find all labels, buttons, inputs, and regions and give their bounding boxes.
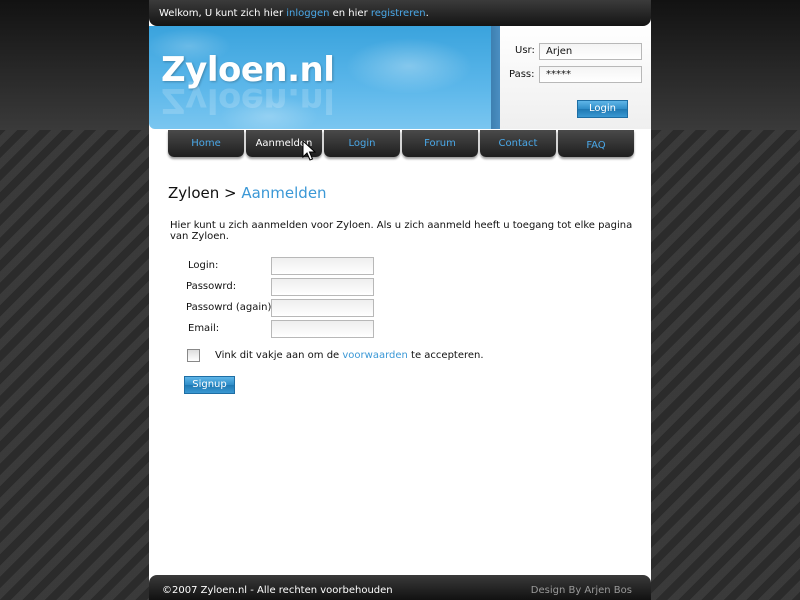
page-container: Welkom, U kunt zich hier inloggen en hie… <box>149 0 651 600</box>
signup-button[interactable]: Signup <box>184 376 235 394</box>
password-input[interactable] <box>539 66 642 83</box>
terms-checkbox[interactable] <box>187 349 200 362</box>
welcome-text-suffix: . <box>425 8 429 19</box>
main-nav: Home Aanmelden Login Forum Contact FAQ <box>168 130 634 158</box>
login-box: Usr: Pass: Login <box>500 26 651 129</box>
intro-text: Hier kunt u zich aanmelden voor Zyloen. … <box>170 220 633 242</box>
footer-credit: Design By Arjen Bos <box>530 585 632 596</box>
mouse-cursor-icon <box>302 140 316 161</box>
username-label: Usr: <box>515 45 535 56</box>
site-logo-reflection: Zyloen.nl <box>161 80 335 120</box>
login-link[interactable]: inloggen <box>286 8 329 19</box>
nav-tab-home[interactable]: Home <box>168 130 244 157</box>
terms-link[interactable]: voorwaarden <box>342 350 407 361</box>
signup-login-input[interactable] <box>271 257 374 275</box>
site-banner: Zyloen.nl Zyloen.nl <box>149 26 500 129</box>
welcome-text-middle: en hier <box>329 8 371 19</box>
header-login-button[interactable]: Login <box>577 100 628 118</box>
terms-text: Vink dit vakje aan om de voorwaarden te … <box>215 350 484 361</box>
banner-divider <box>491 26 500 129</box>
signup-password-label: Passowrd: <box>186 281 237 292</box>
welcome-bar: Welkom, U kunt zich hier inloggen en hie… <box>149 0 651 26</box>
nav-tab-login[interactable]: Login <box>324 130 400 157</box>
breadcrumb-root: Zyloen <box>168 184 220 202</box>
terms-prefix: Vink dit vakje aan om de <box>215 350 343 361</box>
nav-tab-forum[interactable]: Forum <box>402 130 478 157</box>
nav-tab-faq[interactable]: FAQ <box>558 130 634 157</box>
nav-tab-contact[interactable]: Contact <box>480 130 556 157</box>
password-label: Pass: <box>509 69 535 80</box>
terms-suffix: te accepteren. <box>407 350 484 361</box>
signup-password-input[interactable] <box>271 278 374 296</box>
welcome-text-prefix: Welkom, U kunt zich hier <box>159 8 287 19</box>
signup-login-label: Login: <box>188 260 219 271</box>
breadcrumb: Zyloen > Aanmelden <box>168 184 327 202</box>
signup-password-again-label: Passowrd (again): <box>186 302 275 313</box>
signup-email-label: Email: <box>188 323 220 334</box>
footer: ©2007 Zyloen.nl - Alle rechten voorbehou… <box>149 575 651 600</box>
breadcrumb-current: Aanmelden <box>241 184 327 202</box>
signup-email-input[interactable] <box>271 320 374 338</box>
breadcrumb-separator: > <box>219 184 242 202</box>
username-input[interactable] <box>539 43 642 60</box>
register-link[interactable]: registreren <box>371 8 426 19</box>
signup-password-again-input[interactable] <box>271 299 374 317</box>
footer-copyright: ©2007 Zyloen.nl - Alle rechten voorbehou… <box>162 585 393 596</box>
